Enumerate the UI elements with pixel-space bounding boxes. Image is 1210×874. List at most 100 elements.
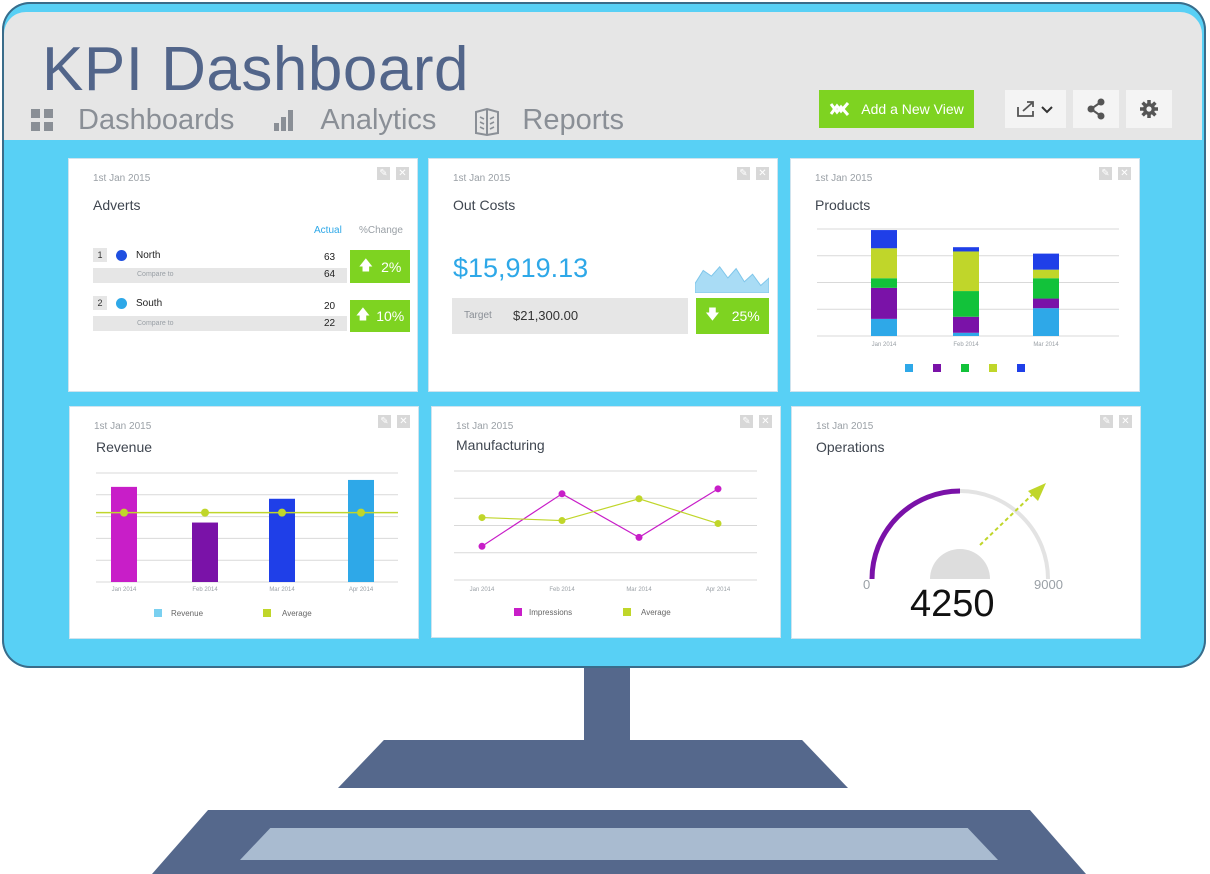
widget-date: 1st Jan 2015 — [453, 173, 511, 184]
x-tick-label: Mar 2014 — [626, 587, 652, 593]
legend-swatch — [263, 609, 271, 617]
export-button[interactable] — [1005, 90, 1066, 128]
main-nav: Dashboards Analytics Reports — [30, 104, 662, 137]
close-icon[interactable]: ✕ — [1119, 415, 1132, 428]
x-tick-label: Feb 2014 — [953, 342, 979, 348]
x-tick-label: Jan 2014 — [470, 587, 495, 593]
bar-segment — [1033, 278, 1059, 299]
bar-segment — [871, 248, 897, 279]
change-badge: 🡅 2% — [350, 250, 410, 283]
bar-segment — [953, 291, 979, 317]
widget-title: Out Costs — [453, 197, 516, 213]
edit-icon[interactable]: ✎ — [1100, 415, 1113, 428]
series-line — [481, 488, 719, 547]
compare-value: 22 — [324, 318, 336, 329]
page-title: KPI Dashboard — [42, 35, 469, 104]
legend-swatch — [154, 609, 162, 617]
rank-badge: 1 — [93, 248, 107, 262]
bar — [348, 479, 374, 582]
close-icon[interactable]: ✕ — [396, 167, 409, 180]
edit-icon[interactable]: ✎ — [377, 167, 390, 180]
nav-item-analytics[interactable]: Analytics — [272, 104, 436, 137]
bar-segment — [1033, 308, 1059, 336]
change-badge: 🡇 25% — [696, 298, 769, 334]
close-icon[interactable]: ✕ — [756, 167, 769, 180]
share-button[interactable] — [1073, 90, 1119, 128]
x-tick-label: Apr 2014 — [706, 587, 731, 593]
widget-revenue: 1st Jan 2015 Revenue ✎ ✕ Jan 2014 Feb 2014… — [70, 407, 418, 638]
widget-out-costs: 1st Jan 2015 Out Costs ✎ ✕ $15,919.13 Tar… — [429, 159, 777, 391]
arrow-up-icon: 🡅 — [358, 256, 374, 273]
x-tick-label: Jan 2014 — [112, 587, 137, 593]
bar-segment — [1033, 253, 1059, 270]
average-point — [120, 508, 128, 517]
monitor-stand-neck — [584, 668, 630, 742]
x-tick-label: Feb 2014 — [549, 587, 575, 593]
bar-segment — [953, 316, 979, 333]
close-icon[interactable]: ✕ — [1118, 167, 1131, 180]
widget-date: 1st Jan 2015 — [93, 173, 151, 184]
widget-tools: ✎ ✕ — [734, 415, 772, 428]
data-point — [714, 485, 722, 493]
legend-swatch — [514, 608, 522, 616]
monitor-stand-base — [338, 740, 848, 788]
products-chart: Jan 2014 Feb 2014 Mar 2014 — [817, 228, 1119, 372]
bar-segment — [1033, 269, 1059, 279]
compare-bar — [93, 316, 347, 331]
compare-label: Compare to — [137, 271, 174, 278]
average-point — [357, 508, 365, 517]
region-dot — [116, 298, 127, 309]
bar-segment — [953, 247, 979, 252]
widget-operations: 1st Jan 2015 Operations ✎ ✕ 0 9000 4250 — [792, 407, 1140, 638]
widget-title: Adverts — [93, 197, 141, 213]
widget-date: 1st Jan 2015 — [94, 421, 152, 432]
gauge-max: 9000 — [1034, 577, 1063, 592]
bar-segment — [871, 318, 897, 336]
nav-label-reports: Reports — [522, 104, 624, 136]
edit-icon[interactable]: ✎ — [737, 167, 750, 180]
data-point — [714, 520, 722, 528]
column-header-actual: Actual — [314, 225, 342, 236]
grid-icon — [30, 108, 54, 134]
gauge-min: 0 — [863, 577, 871, 592]
compare-value: 64 — [324, 269, 336, 280]
edit-icon[interactable]: ✎ — [1099, 167, 1112, 180]
add-new-view-label: Add a New View — [861, 101, 964, 117]
edit-icon[interactable]: ✎ — [740, 415, 753, 428]
legend-label: Revenue — [171, 609, 204, 618]
widget-tools: ✎ ✕ — [1094, 415, 1132, 428]
nav-item-dashboards[interactable]: Dashboards — [30, 104, 234, 137]
column-header-change: %Change — [359, 225, 403, 236]
bar-segment — [953, 332, 979, 336]
bar-chart-icon — [272, 108, 296, 134]
widget-products: 1st Jan 2015 Products ✎ ✕ Jan 2014 Feb 201… — [791, 159, 1139, 391]
widget-manufacturing: 1st Jan 2015 Manufacturing ✎ ✕ Jan 2014 Fe… — [432, 407, 780, 637]
actual-value: 20 — [324, 301, 336, 312]
x-tick-label: Jan 2014 — [872, 342, 897, 348]
settings-button[interactable] — [1126, 90, 1172, 128]
legend-label: Impressions — [529, 608, 572, 617]
widget-title: Revenue — [96, 439, 153, 455]
add-new-view-button[interactable]: Add a New View — [819, 90, 974, 128]
revenue-chart: Jan 2014 Feb 2014 Mar 2014 Apr 2014 Revenue A… — [96, 472, 398, 618]
legend-swatch — [623, 608, 631, 616]
change-value: 2% — [381, 258, 402, 275]
gauge-needle-tip — [1028, 483, 1046, 501]
edit-icon[interactable]: ✎ — [378, 415, 391, 428]
widget-tools: ✎ ✕ — [371, 167, 409, 180]
chart-trend-icon — [830, 102, 850, 116]
nav-label-analytics: Analytics — [320, 104, 437, 136]
arrow-up-icon: 🡅 — [355, 306, 371, 322]
close-icon[interactable]: ✕ — [397, 415, 410, 428]
bar — [111, 486, 137, 582]
bar — [192, 522, 218, 582]
widget-title: Operations — [816, 439, 885, 455]
legend-swatch — [1017, 364, 1025, 372]
widget-date: 1st Jan 2015 — [815, 173, 873, 184]
region-name: North — [136, 250, 161, 261]
data-point — [558, 490, 566, 498]
nav-item-reports[interactable]: Reports — [474, 104, 624, 137]
widget-title: Products — [815, 197, 871, 213]
close-icon[interactable]: ✕ — [759, 415, 772, 428]
gauge-chart — [869, 483, 1050, 580]
